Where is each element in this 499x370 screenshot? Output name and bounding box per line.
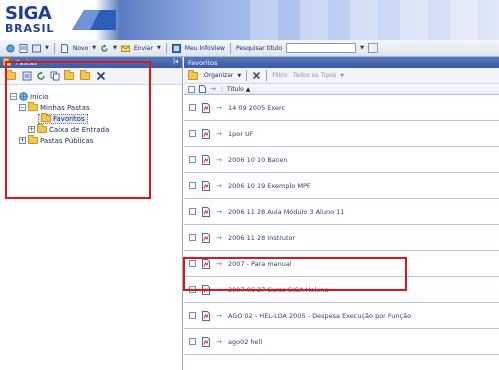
filter-dropdown-caret-icon[interactable]: ▼ bbox=[340, 73, 344, 79]
highlight-box-selected-report bbox=[183, 257, 407, 291]
send-button[interactable]: Enviar bbox=[134, 45, 153, 52]
report-title-link[interactable]: 1por UF bbox=[228, 130, 253, 138]
logo-siga-text: SIGA bbox=[5, 3, 52, 24]
web-intelligence-report-icon bbox=[202, 180, 210, 191]
status-arrow-icon: → bbox=[216, 155, 222, 164]
new-dropdown-caret-icon[interactable]: ▼ bbox=[92, 45, 96, 51]
list-item[interactable]: → 1por UF bbox=[184, 121, 499, 147]
view-icon[interactable] bbox=[32, 44, 41, 53]
filter-select[interactable]: Todos os Tipos bbox=[293, 72, 336, 79]
list-item[interactable]: → 2006 11 28 Aula Módulo 3 Aluno 11 bbox=[184, 199, 499, 225]
send-dropdown-caret-icon[interactable]: ▼ bbox=[157, 45, 161, 51]
row-checkbox[interactable] bbox=[189, 130, 196, 137]
new-button[interactable]: Novo bbox=[73, 45, 88, 52]
status-column-icon[interactable]: → bbox=[210, 85, 217, 93]
refresh-icon[interactable] bbox=[100, 44, 109, 53]
web-intelligence-report-icon bbox=[202, 336, 210, 347]
report-title-link[interactable]: AGO 02 - HEL-LOA 2005 - Despesa Execução… bbox=[228, 312, 411, 320]
search-go-button[interactable] bbox=[368, 43, 379, 53]
web-intelligence-report-icon bbox=[202, 102, 210, 113]
row-checkbox[interactable] bbox=[189, 208, 196, 215]
search-title-label: Pesquisar título bbox=[235, 44, 283, 52]
report-title-link[interactable]: 2006 10 19 Exemplo MPF bbox=[228, 182, 311, 190]
status-arrow-icon: → bbox=[216, 181, 222, 190]
web-intelligence-report-icon bbox=[202, 206, 210, 217]
logo-brasil-text: BRASIL bbox=[5, 22, 55, 35]
list-column-header: → | Título ▲ bbox=[184, 84, 499, 95]
organize-button[interactable]: Organizar bbox=[204, 72, 233, 79]
web-intelligence-report-icon bbox=[202, 154, 210, 165]
view-dropdown-caret-icon[interactable]: ▼ bbox=[45, 45, 49, 51]
refresh-dropdown-caret-icon[interactable]: ▼ bbox=[113, 45, 117, 51]
favorites-panel-header: Favoritos bbox=[184, 57, 499, 68]
row-checkbox[interactable] bbox=[189, 156, 196, 163]
infoview-icon[interactable] bbox=[171, 43, 181, 53]
row-checkbox[interactable] bbox=[189, 104, 196, 111]
toolbar-separator bbox=[266, 70, 268, 81]
favorites-panel: Favoritos Organizar ▼ Filtro: Todos os T… bbox=[184, 57, 499, 370]
search-title-input[interactable] bbox=[286, 43, 357, 53]
main-toolbar: ▼ Novo ▼ ▼ Enviar ▼ Meu InfoView Pesquis… bbox=[0, 40, 499, 57]
app-banner: SIGA BRASIL bbox=[0, 0, 499, 40]
toolbar-separator bbox=[229, 42, 231, 54]
document-list-icon[interactable] bbox=[19, 43, 28, 53]
search-dropdown-caret-icon[interactable]: ▼ bbox=[360, 45, 364, 51]
highlight-box-folders bbox=[5, 61, 151, 199]
list-item[interactable]: → 2006 10 19 Exemplo MPF bbox=[184, 173, 499, 199]
toolbar-separator bbox=[53, 42, 55, 54]
list-item[interactable]: → 2006 11 28 Instrutor bbox=[184, 225, 499, 251]
collapse-panel-icon[interactable]: |◂ bbox=[173, 58, 178, 65]
list-item[interactable]: → AGO 02 - HEL-LOA 2005 - Despesa Execuçã… bbox=[184, 303, 499, 329]
list-item[interactable]: → ago02 hell bbox=[184, 329, 499, 355]
report-title-link[interactable]: ago02 hell bbox=[228, 338, 262, 346]
select-all-checkbox[interactable] bbox=[188, 85, 195, 93]
my-infoview-button[interactable]: Meu InfoView bbox=[185, 45, 225, 52]
status-arrow-icon: → bbox=[216, 337, 222, 346]
siga-brasil-logo: SIGA BRASIL bbox=[5, 5, 65, 37]
report-title-link[interactable]: 2006 10 10 Bacen bbox=[228, 156, 287, 164]
list-toolbar: Organizar ▼ Filtro: Todos os Tipos ▼ bbox=[184, 68, 499, 84]
type-column-icon[interactable] bbox=[199, 85, 206, 93]
web-intelligence-report-icon bbox=[202, 232, 210, 243]
toolbar-separator bbox=[246, 70, 248, 81]
row-checkbox[interactable] bbox=[189, 182, 196, 189]
web-intelligence-report-icon bbox=[202, 128, 210, 139]
row-checkbox[interactable] bbox=[189, 234, 196, 241]
organize-dropdown-caret-icon[interactable]: ▼ bbox=[237, 73, 241, 79]
status-arrow-icon: → bbox=[216, 311, 222, 320]
report-title-link[interactable]: 14 09 2005 Exerc bbox=[228, 104, 285, 112]
report-title-link[interactable]: 2006 11 28 Aula Módulo 3 Aluno 11 bbox=[228, 208, 344, 216]
status-arrow-icon: → bbox=[216, 103, 222, 112]
send-icon[interactable] bbox=[120, 44, 130, 53]
status-arrow-icon: → bbox=[216, 207, 222, 216]
row-checkbox[interactable] bbox=[189, 338, 196, 345]
favorites-panel-title: Favoritos bbox=[188, 58, 218, 67]
status-arrow-icon: → bbox=[216, 233, 222, 242]
organize-folder-icon[interactable] bbox=[188, 69, 198, 80]
list-item[interactable]: → 2006 10 10 Bacen bbox=[184, 147, 499, 173]
title-column-header[interactable]: Título ▲ bbox=[227, 86, 250, 93]
new-document-icon[interactable] bbox=[60, 43, 69, 53]
home-icon[interactable] bbox=[6, 44, 15, 53]
filter-label: Filtro: bbox=[272, 72, 289, 79]
status-arrow-icon: → bbox=[216, 129, 222, 138]
delete-icon[interactable] bbox=[252, 71, 261, 80]
row-checkbox[interactable] bbox=[189, 312, 196, 319]
toolbar-separator bbox=[165, 42, 167, 54]
web-intelligence-report-icon bbox=[202, 310, 210, 321]
report-title-link[interactable]: 2006 11 28 Instrutor bbox=[228, 234, 295, 242]
favorites-list: → 14 09 2005 Exerc → 1por UF → 2006 10 10 Bac… bbox=[184, 95, 499, 355]
list-item[interactable]: → 14 09 2005 Exerc bbox=[184, 95, 499, 121]
logo-flag-icon bbox=[72, 10, 116, 30]
